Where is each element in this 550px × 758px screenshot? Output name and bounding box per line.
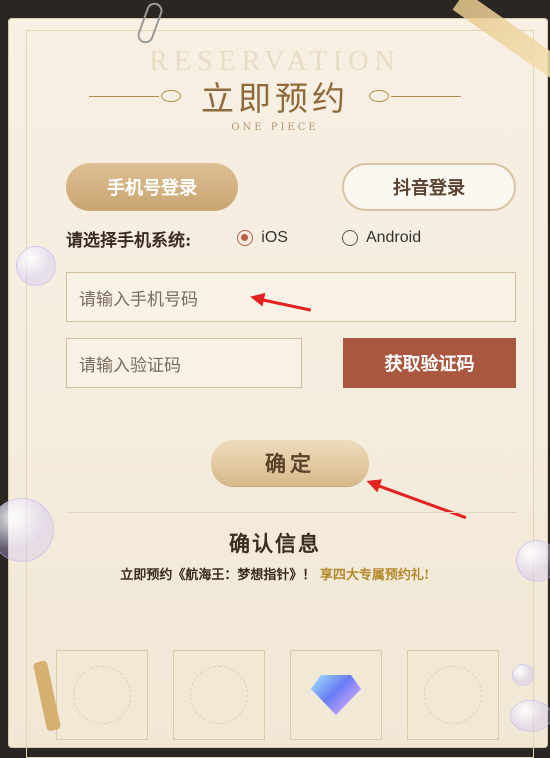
confirm-button[interactable]: 确定	[211, 440, 369, 486]
douyin-login-tab[interactable]: 抖音登录	[342, 163, 516, 211]
reward-slot	[56, 650, 148, 740]
info-text-main: 立即预约《航海王：梦想指针》！	[120, 568, 316, 583]
radio-ios-label: iOS	[261, 229, 288, 246]
bubble-decoration	[512, 664, 534, 686]
radio-ios[interactable]: iOS	[237, 229, 288, 247]
gem-icon	[311, 675, 361, 715]
page-title: 立即预约	[201, 79, 349, 118]
reward-slot	[407, 650, 499, 740]
panel-border	[26, 30, 534, 758]
os-select-label: 请选择手机系统:	[66, 230, 192, 251]
ornament-right	[367, 90, 461, 102]
reward-slot	[290, 650, 382, 740]
radio-checked-icon[interactable]	[237, 230, 254, 246]
ornament-left	[89, 90, 183, 102]
page-subtitle: ONE PIECE	[231, 122, 319, 133]
reward-slot	[173, 650, 265, 740]
os-select-row: 请选择手机系统: iOS Android	[66, 226, 475, 251]
bubble-decoration	[510, 700, 550, 732]
code-input[interactable]: 请输入验证码	[66, 338, 302, 388]
bubble-decoration	[516, 540, 550, 582]
section-divider	[66, 512, 516, 513]
get-code-button[interactable]: 获取验证码	[343, 338, 516, 388]
phone-login-tab[interactable]: 手机号登录	[66, 163, 238, 211]
radio-unchecked-icon[interactable]	[341, 230, 358, 246]
info-title: 确认信息	[229, 531, 321, 556]
info-text: 立即预约《航海王：梦想指针》！ 享四大专属预约礼!	[0, 564, 550, 583]
title-row: 立即预约	[0, 74, 550, 118]
radio-android[interactable]: Android	[341, 229, 422, 247]
info-text-highlight: 享四大专属预约礼!	[319, 568, 430, 583]
radio-android-label: Android	[365, 229, 422, 246]
bubble-decoration	[16, 246, 56, 286]
phone-input[interactable]: 请输入手机号码	[66, 272, 516, 322]
